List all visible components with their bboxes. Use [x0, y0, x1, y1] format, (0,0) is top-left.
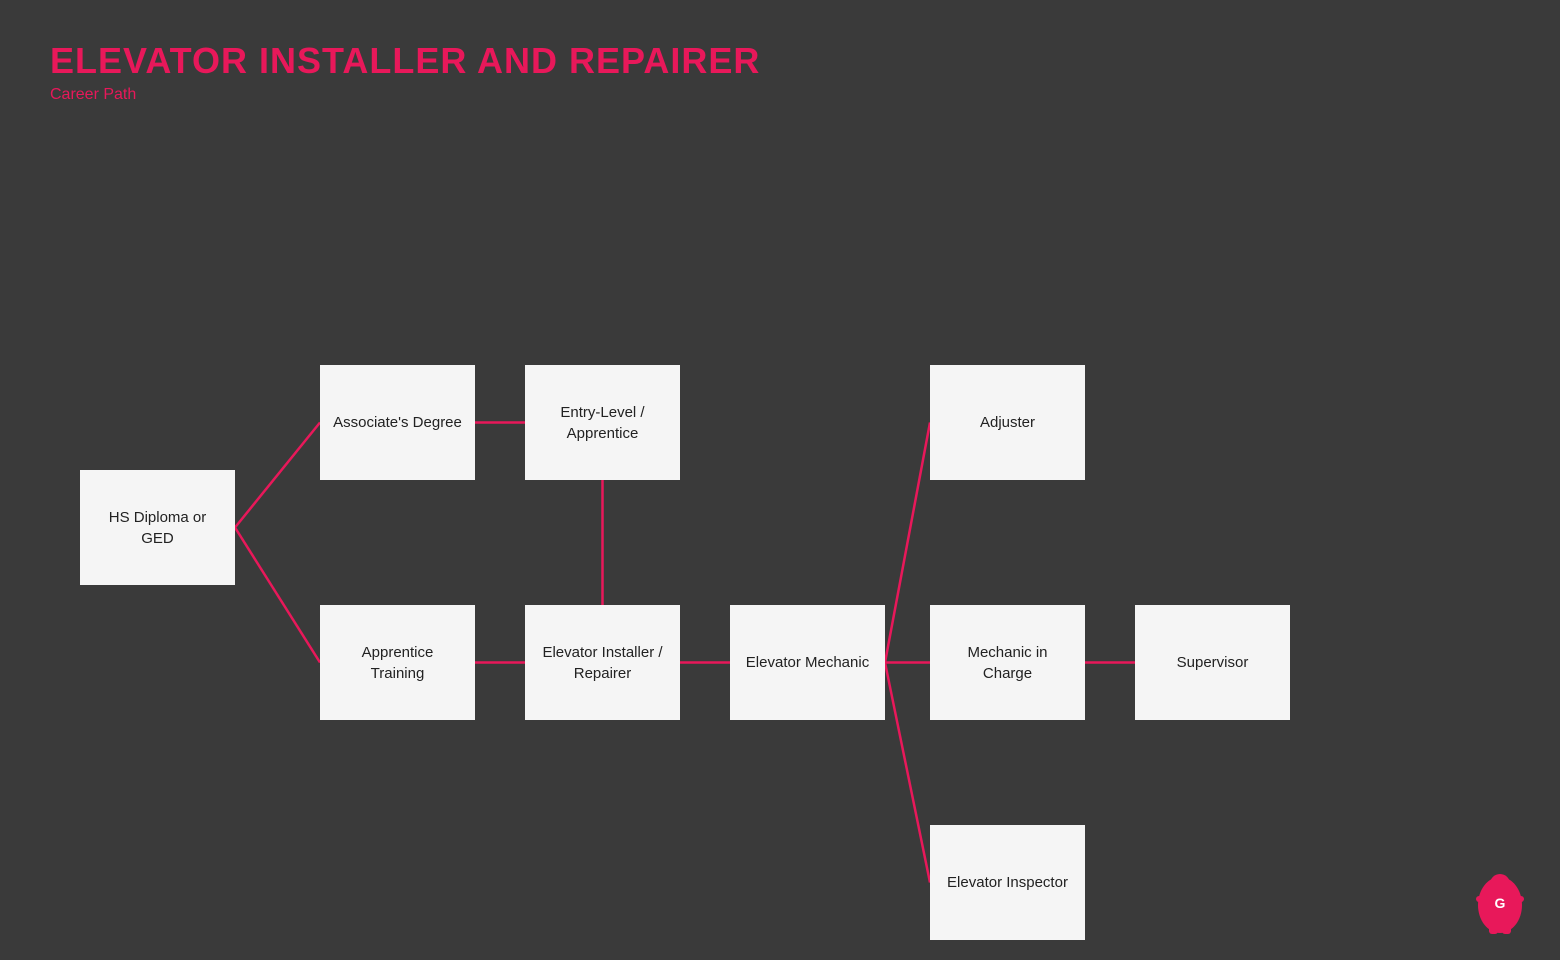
- node-elevator-inspector: Elevator Inspector: [930, 825, 1085, 940]
- node-hs-diploma: HS Diploma or GED: [80, 470, 235, 585]
- mascot-icon: G: [1470, 870, 1530, 940]
- page-subtitle: Career Path: [50, 86, 760, 104]
- node-supervisor: Supervisor: [1135, 605, 1290, 720]
- node-elevator-installer-repairer: Elevator Installer / Repairer: [525, 605, 680, 720]
- node-entry-level-apprentice: Entry-Level / Apprentice: [525, 365, 680, 480]
- node-apprentice-training: Apprentice Training: [320, 605, 475, 720]
- page-title: ELEVATOR INSTALLER AND REPAIRER: [50, 40, 760, 82]
- svg-text:G: G: [1495, 895, 1506, 911]
- header: ELEVATOR INSTALLER AND REPAIRER Career P…: [50, 40, 760, 104]
- node-adjuster: Adjuster: [930, 365, 1085, 480]
- node-mechanic-in-charge: Mechanic in Charge: [930, 605, 1085, 720]
- node-elevator-mechanic: Elevator Mechanic: [730, 605, 885, 720]
- node-associates-degree: Associate's Degree: [320, 365, 475, 480]
- career-diagram: HS Diploma or GED Associate's Degree Appre…: [0, 150, 1560, 930]
